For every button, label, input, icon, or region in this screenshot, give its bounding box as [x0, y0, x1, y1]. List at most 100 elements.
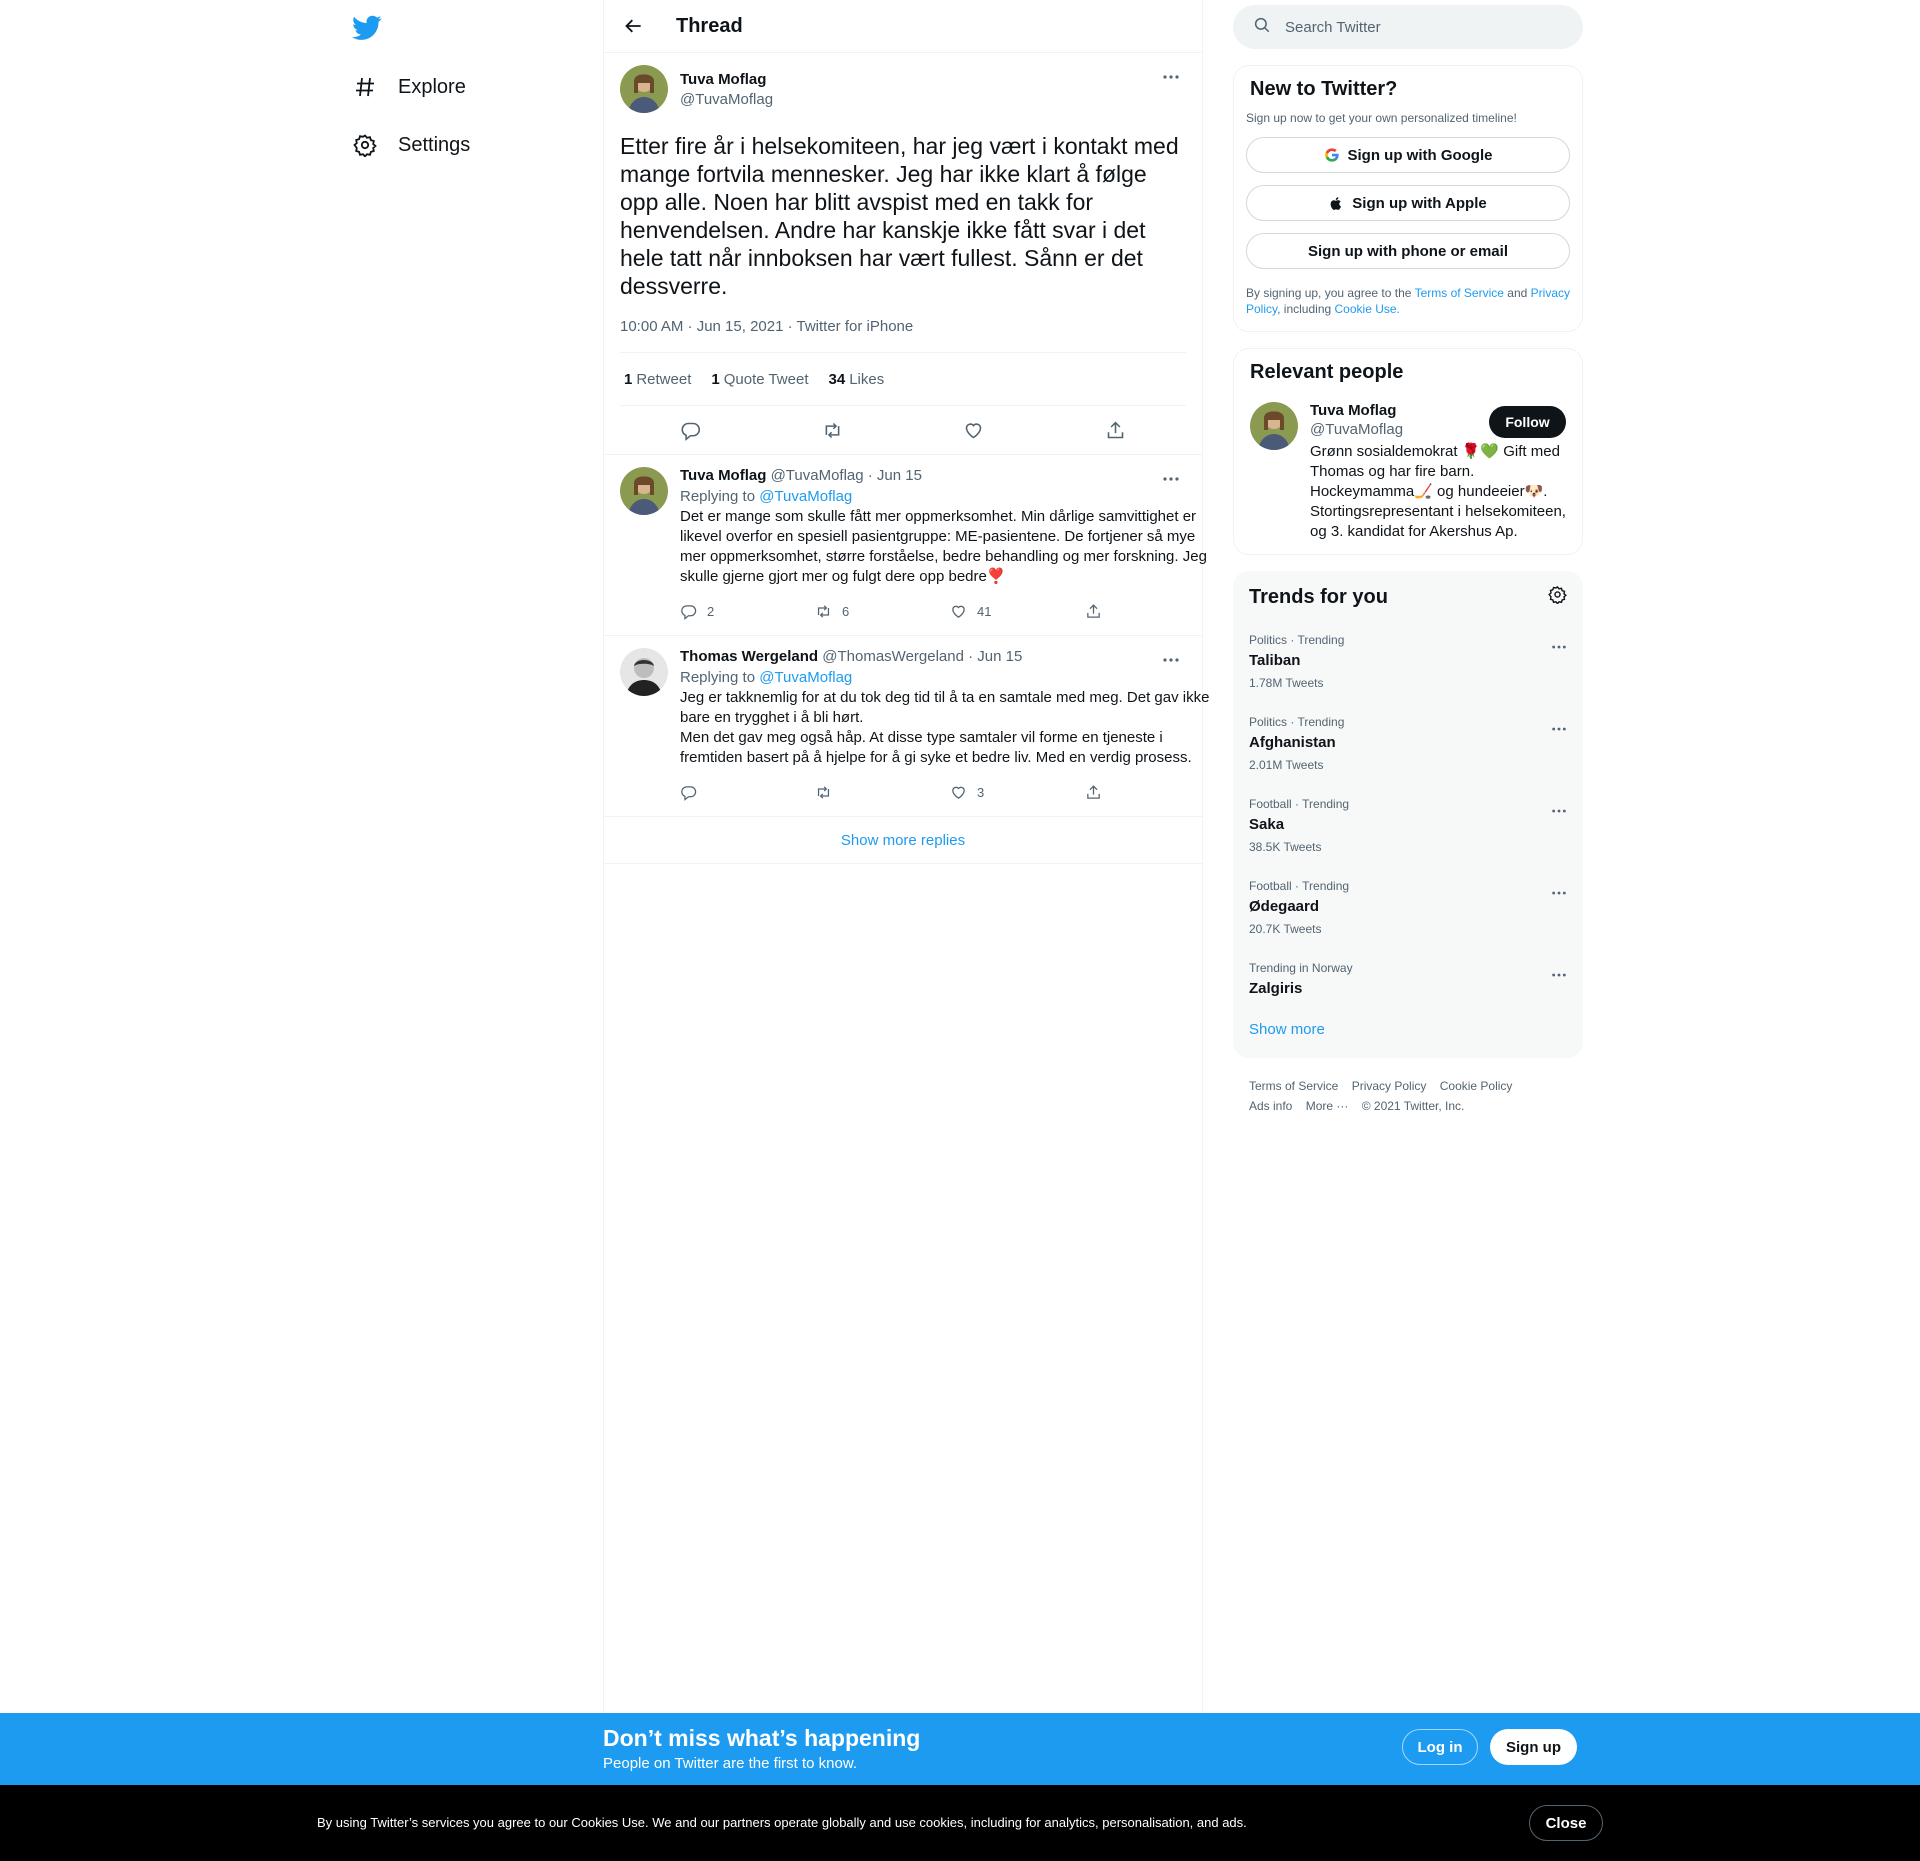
more-options-icon[interactable]	[1551, 965, 1567, 983]
legal-text-1: By signing up, you agree to the	[1246, 286, 1412, 300]
tweet-text: Etter fire år i helsekomiteen, har jeg v…	[620, 133, 1179, 299]
terms-link[interactable]: Terms of Service	[1415, 286, 1504, 300]
author-name[interactable]: Tuva Moflag	[680, 71, 773, 88]
hashtag-icon	[352, 74, 378, 100]
page-title: Thread	[676, 14, 743, 37]
reply-button[interactable]: 2	[680, 603, 815, 620]
footer-cookie-link[interactable]: Cookie Policy	[1440, 1079, 1513, 1093]
signup-button[interactable]: Sign up	[1490, 1729, 1577, 1765]
card-title: New to Twitter?	[1250, 78, 1398, 100]
share-button[interactable]	[1085, 603, 1220, 620]
trend-item[interactable]: Football · Trending Ødegaard 20.7K Tweet…	[1233, 869, 1583, 951]
thread-column: Thread Tuva Moflag @TuvaMoflag Etter fir…	[603, 0, 1209, 1713]
search-input[interactable]	[1285, 18, 1545, 36]
footer-terms-link[interactable]: Terms of Service	[1249, 1079, 1338, 1093]
more-options-icon[interactable]	[1551, 883, 1567, 901]
cookie-link[interactable]: Cookie Use.	[1335, 302, 1400, 316]
reply-handle-date[interactable]: @TuvaMoflag · Jun 15	[771, 467, 922, 484]
apple-icon	[1330, 196, 1342, 210]
replying-prefix: Replying to	[680, 669, 756, 686]
trend-item[interactable]: Politics · Trending Afghanistan 2.01M Tw…	[1233, 705, 1583, 787]
author-handle[interactable]: @TuvaMoflag	[680, 91, 773, 108]
reply-actions: 2 6 41	[680, 587, 1220, 635]
reply-tweet[interactable]: Tuva Moflag @TuvaMoflag · Jun 15 Replyin…	[604, 454, 1207, 635]
reply-button[interactable]	[680, 784, 815, 801]
share-icon[interactable]	[1098, 413, 1132, 447]
reply-icon[interactable]	[674, 413, 708, 447]
reply-count: 2	[707, 603, 715, 619]
reply-handle-date[interactable]: @ThomasWergeland · Jun 15	[822, 648, 1022, 665]
reply-icon	[681, 604, 697, 620]
trend-item[interactable]: Football · Trending Saka 38.5K Tweets	[1233, 787, 1583, 869]
reply-author-name[interactable]: Tuva Moflag	[680, 467, 766, 484]
cookie-text: By using Twitter’s services you agree to…	[317, 1815, 1247, 1830]
more-options-icon[interactable]	[1156, 648, 1186, 672]
search-icon	[1253, 16, 1271, 39]
banner-title: Don’t miss what’s happening	[603, 1725, 921, 1751]
nav-settings[interactable]: Settings	[352, 125, 470, 165]
reply-author-name[interactable]: Thomas Wergeland	[680, 648, 818, 665]
more-options-icon[interactable]	[1156, 467, 1186, 491]
signup-phone-button[interactable]: Sign up with phone or email	[1246, 233, 1570, 269]
signup-google-button[interactable]: Sign up with Google	[1246, 137, 1570, 173]
replying-to-link[interactable]: @TuvaMoflag	[759, 488, 852, 505]
cookie-close-button[interactable]: Close	[1529, 1805, 1603, 1841]
trend-name: Zalgiris	[1249, 980, 1303, 997]
legal-text-2: and	[1507, 286, 1528, 300]
trend-item[interactable]: Trending in Norway Zalgiris	[1233, 951, 1583, 1013]
show-more-trends-link[interactable]: Show more	[1233, 1013, 1583, 1058]
likes-stat[interactable]: 34 Likes	[829, 371, 885, 388]
follow-button[interactable]: Follow	[1489, 406, 1566, 438]
tweet-stats: 1 Retweet 1 Quote Tweet 34 Likes	[620, 353, 1186, 406]
trend-name: Ødegaard	[1249, 898, 1320, 915]
avatar[interactable]	[620, 467, 668, 515]
twitter-logo-icon[interactable]	[352, 12, 382, 42]
reply-tweet[interactable]: Thomas Wergeland @ThomasWergeland · Jun …	[604, 635, 1209, 816]
thread-header: Thread	[604, 0, 1202, 53]
retweet-icon[interactable]	[815, 413, 849, 447]
right-sidebar: New to Twitter? Sign up now to get your …	[1233, 0, 1583, 1134]
quote-stat[interactable]: 1 Quote Tweet	[711, 371, 808, 388]
retweet-stat[interactable]: 1 Retweet	[624, 371, 691, 388]
trend-name: Taliban	[1249, 652, 1301, 669]
retweet-button[interactable]: 6	[815, 603, 950, 620]
like-icon[interactable]	[957, 413, 991, 447]
trend-context: Football · Trending	[1249, 879, 1350, 893]
like-button[interactable]: 41	[950, 603, 1085, 620]
footer-more-link[interactable]: More ···	[1306, 1099, 1349, 1113]
more-options-icon[interactable]	[1551, 801, 1567, 819]
likes-stat-label: Likes	[849, 370, 885, 388]
more-options-icon[interactable]	[1551, 719, 1567, 737]
retweet-button[interactable]	[815, 784, 950, 801]
footer-privacy-link[interactable]: Privacy Policy	[1352, 1079, 1427, 1093]
trend-count: 20.7K Tweets	[1249, 922, 1322, 936]
replying-to: Replying to @TuvaMoflag	[680, 669, 1220, 686]
gear-icon[interactable]	[1548, 585, 1567, 609]
search-box[interactable]	[1233, 5, 1583, 49]
tweet-meta[interactable]: 10:00 AM · Jun 15, 2021 · Twitter for iP…	[620, 318, 1186, 353]
footer-ads-link[interactable]: Ads info	[1249, 1099, 1292, 1113]
avatar[interactable]	[620, 648, 668, 696]
like-count: 3	[977, 784, 985, 800]
avatar[interactable]	[1250, 402, 1298, 450]
retweet-stat-label: Retweet	[636, 370, 692, 388]
login-button[interactable]: Log in	[1402, 1729, 1478, 1765]
nav-explore[interactable]: Explore	[352, 67, 466, 107]
like-icon	[952, 605, 965, 618]
show-more-replies-button[interactable]: Show more replies	[604, 816, 1202, 864]
avatar[interactable]	[620, 65, 668, 113]
trend-context: Football · Trending	[1249, 797, 1350, 811]
more-options-icon[interactable]	[1156, 65, 1186, 89]
legal-text-3: , including	[1277, 302, 1332, 316]
back-arrow-icon[interactable]	[614, 6, 654, 46]
trend-item[interactable]: Politics · Trending Taliban 1.78M Tweets	[1233, 623, 1583, 705]
signup-apple-button[interactable]: Sign up with Apple	[1246, 185, 1570, 221]
more-options-icon[interactable]	[1551, 637, 1567, 655]
replying-to-link[interactable]: @TuvaMoflag	[759, 669, 852, 686]
person-item[interactable]: Tuva Moflag @TuvaMoflag Grønn sosialdemo…	[1250, 402, 1566, 542]
trends-card: Trends for you Politics · Trending Talib…	[1233, 571, 1583, 1058]
like-button[interactable]: 3	[950, 784, 1085, 801]
banner-subtitle: People on Twitter are the first to know.	[603, 1755, 858, 1772]
like-count: 41	[977, 603, 992, 619]
share-button[interactable]	[1085, 784, 1220, 801]
